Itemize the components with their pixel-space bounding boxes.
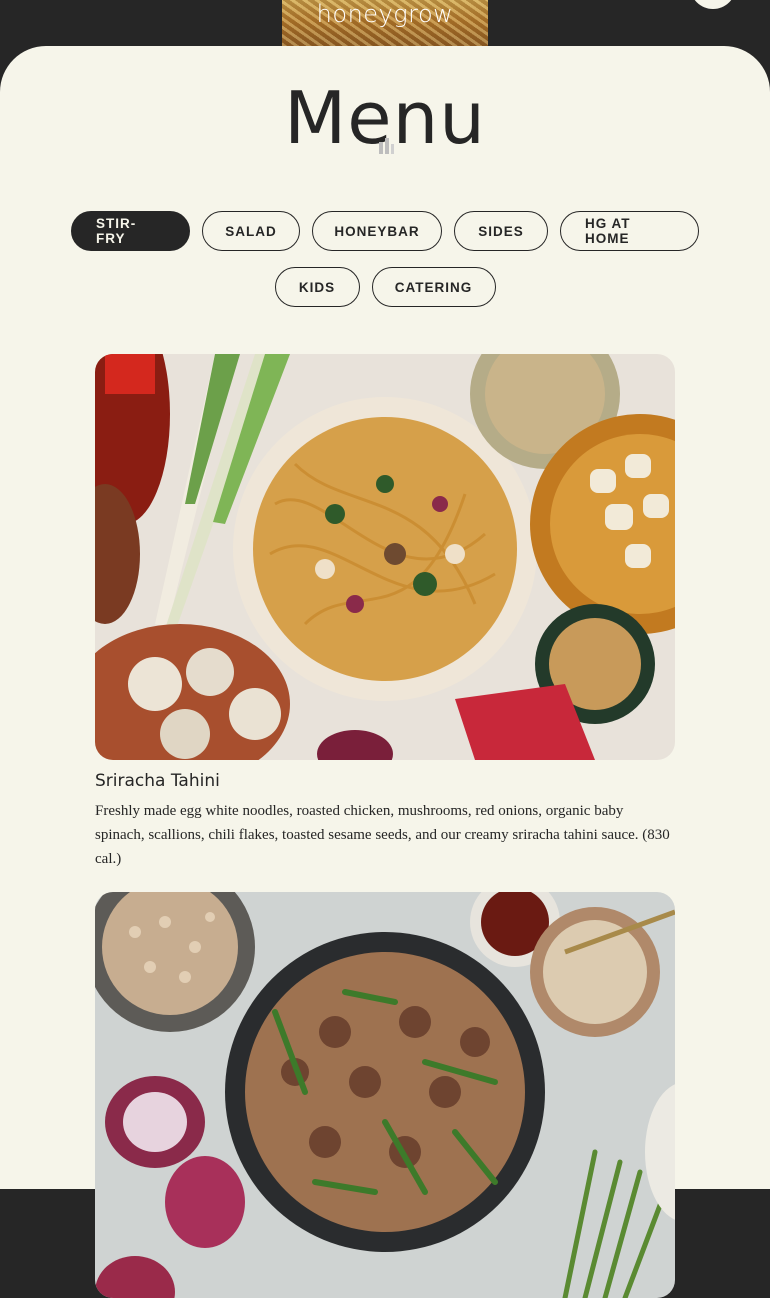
tab-honeybar[interactable]: HONEYBAR [312, 211, 442, 251]
tab-salad[interactable]: SALAD [202, 211, 300, 251]
menu-item-card[interactable]: Sriracha Tahini Freshly made egg white n… [95, 354, 675, 871]
tab-kids[interactable]: KIDS [274, 267, 360, 307]
menu-item-card[interactable] [95, 892, 675, 1298]
menu-item-photo [95, 892, 675, 1298]
menu-item-name[interactable]: Sriracha Tahini [95, 771, 675, 791]
menu-item-description: Freshly made egg white noodles, roasted … [95, 803, 670, 867]
tab-sides[interactable]: SIDES [454, 211, 548, 251]
loading-bars-icon [379, 138, 394, 154]
menu-sheet: Menu STIR-FRY SALAD HONEYBAR SIDES HG AT… [0, 46, 770, 1298]
tab-hg-at-home[interactable]: HG AT HOME [560, 211, 699, 251]
brand-logo[interactable]: honeygrow [282, 0, 488, 46]
tab-stir-fry[interactable]: STIR-FRY [71, 211, 190, 251]
category-tabs: STIR-FRY SALAD HONEYBAR SIDES HG AT HOME… [0, 211, 770, 323]
menu-item-photo [95, 354, 675, 760]
logo-text: honeygrow [316, 0, 454, 28]
menu-toggle-button[interactable] [690, 0, 736, 9]
tab-catering[interactable]: CATERING [371, 267, 496, 307]
